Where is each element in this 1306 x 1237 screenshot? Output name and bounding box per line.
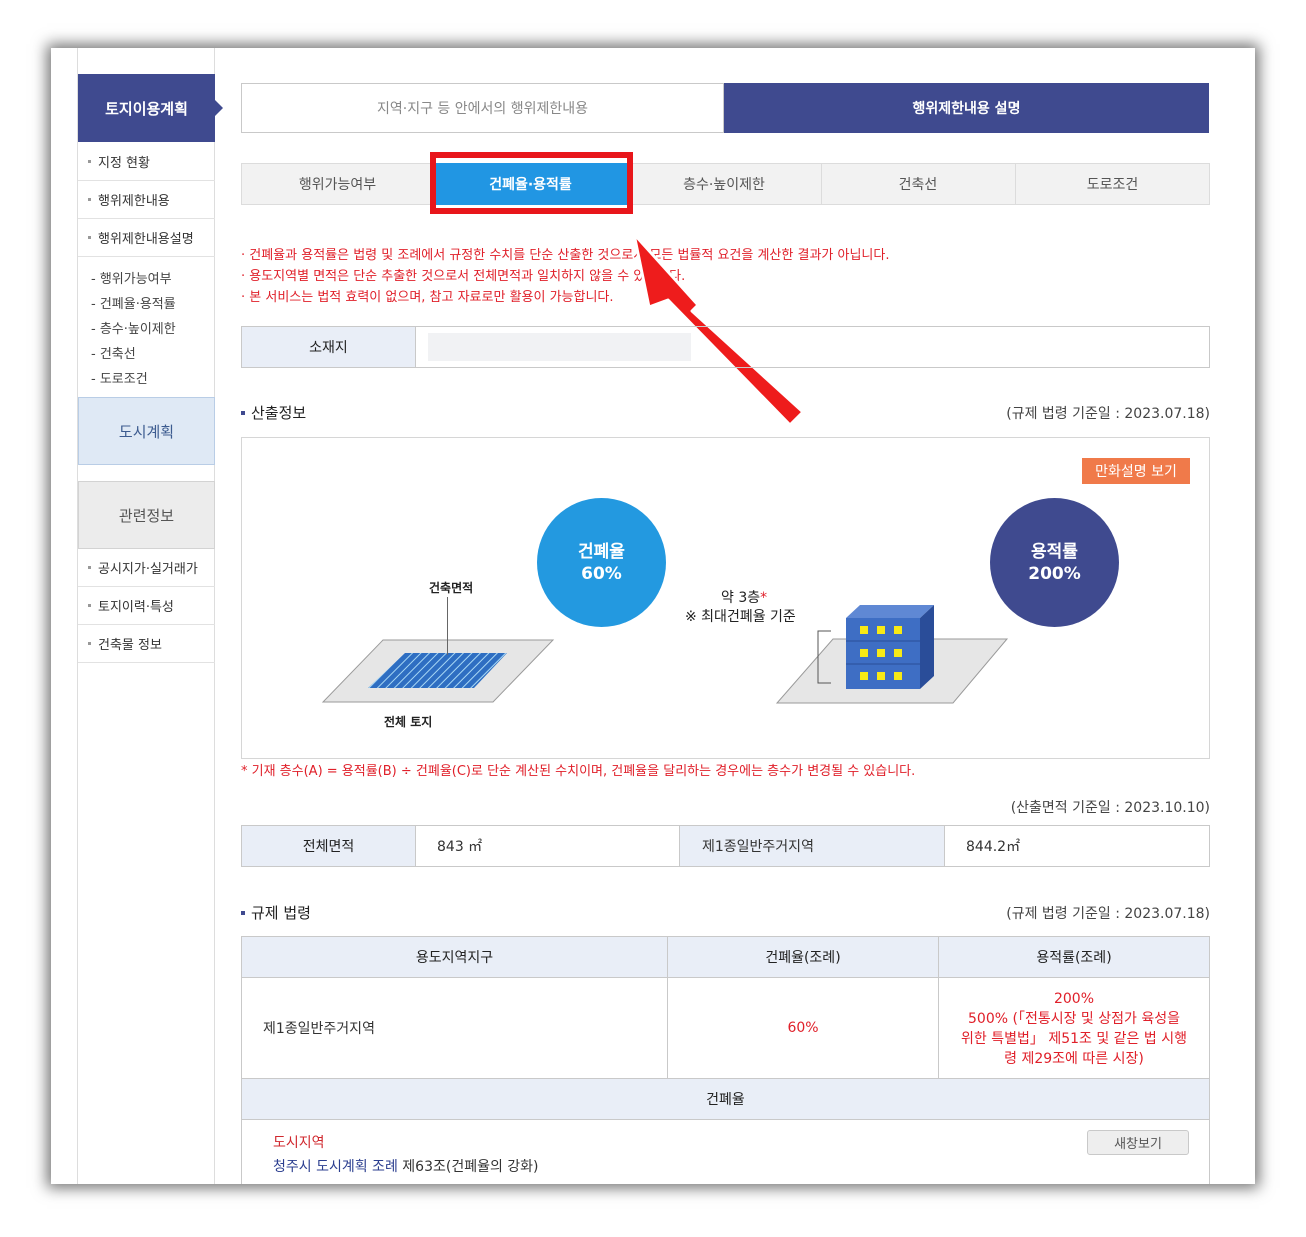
arrow-annotation-icon xyxy=(632,232,805,423)
sidebar-head[interactable]: 토지이용계획 xyxy=(78,74,215,142)
bullet-square-icon xyxy=(241,410,245,415)
floor-area-ratio-label: 용적률 xyxy=(1031,541,1078,562)
sidebar-related-info[interactable]: 관련정보 xyxy=(78,481,215,549)
location-label: 소재지 xyxy=(241,326,416,368)
city-area-label: 도시지역 xyxy=(273,1135,325,1151)
note-line-3: · 본 서비스는 법적 효력이 없으며, 참고 자료로만 활용이 가능합니다. xyxy=(241,290,614,305)
coverage-ratio-value: 60% xyxy=(581,563,622,584)
zone-area-label: 제1종일반주거지역 xyxy=(679,825,945,867)
area-reference-date: (산출면적 기준일 : 2023.10.10) xyxy=(1010,800,1210,816)
location-value xyxy=(415,326,1210,368)
sidebar-item-restriction-explanation[interactable]: 행위제한내용설명 xyxy=(78,219,215,257)
sidebar-sub-permitted[interactable]: - 행위가능여부 xyxy=(91,268,172,287)
total-area-value: 843 ㎡ xyxy=(415,825,680,867)
subtab-building-line[interactable]: 건축선 xyxy=(821,163,1015,205)
law-reference-date: (규제 법령 기준일 : 2023.07.18) xyxy=(1006,906,1210,922)
sidebar-active-arrow-icon xyxy=(215,100,223,116)
calc-title-text: 산출정보 xyxy=(251,404,307,422)
sidebar-sub-building-line[interactable]: - 건축선 xyxy=(91,343,136,362)
subtab-height-limit[interactable]: 층수·높이제한 xyxy=(627,163,821,205)
bullet-square-icon xyxy=(241,910,245,915)
highlight-box xyxy=(430,152,633,214)
coverage-ratio-label: 건폐율 xyxy=(578,541,625,562)
total-area-label: 전체면적 xyxy=(241,825,416,867)
cartoon-explanation-button[interactable]: 만화설명 보기 xyxy=(1082,458,1190,484)
sidebar-sub-height-limit[interactable]: - 층수·높이제한 xyxy=(91,318,176,337)
law-header-far: 용적률(조례) xyxy=(938,936,1210,978)
bullet-icon xyxy=(88,604,91,607)
calc-reference-date: (규제 법령 기준일 : 2023.07.18) xyxy=(1006,406,1210,422)
sidebar-item-designation[interactable]: 지정 현황 xyxy=(78,143,215,181)
floor-area-ratio-circle: 용적률 200% xyxy=(990,498,1119,627)
law-header-coverage: 건폐율(조례) xyxy=(667,936,939,978)
bullet-icon xyxy=(88,236,91,239)
calc-section-title: 산출정보 xyxy=(241,402,306,423)
coverage-ratio-circle: 건폐율 60% xyxy=(537,498,666,627)
sidebar-item-land-history[interactable]: 토지이력·특성 xyxy=(78,587,215,625)
sidebar-sub-road-conditions[interactable]: - 도로조건 xyxy=(91,368,148,387)
sidebar-item-label: 토지이력·특성 xyxy=(98,600,174,615)
subtab-road-conditions[interactable]: 도로조건 xyxy=(1015,163,1210,205)
far-line: 령 제29조에 따른 시장) xyxy=(1004,1051,1144,1067)
bullet-icon xyxy=(88,642,91,645)
sidebar-city-plan[interactable]: 도시계획 xyxy=(78,397,215,465)
sidebar-item-building-info[interactable]: 건축물 정보 xyxy=(78,625,215,663)
calc-footnote: * 기재 층수(A) = 용적률(B) ÷ 건폐율(C)로 단순 계산된 수치이… xyxy=(241,764,916,779)
bullet-icon xyxy=(88,566,91,569)
new-window-button[interactable]: 새창보기 xyxy=(1087,1130,1189,1155)
far-line: 500% (「전통시장 및 상점가 육성을 xyxy=(968,1011,1180,1027)
law-row-zone: 제1종일반주거지역 xyxy=(241,977,668,1079)
sidebar-item-label: 행위제한내용 xyxy=(98,194,170,209)
land-plot-icon xyxy=(321,639,555,703)
ordinance-line: 청주시 도시계획 조례 제63조(건폐율의 강화) xyxy=(273,1156,539,1176)
law-row-far: 200% 500% (「전통시장 및 상점가 육성을 위한 특별법」 제51조 … xyxy=(938,977,1210,1079)
far-line: 위한 특별법」 제51조 및 같은 법 시행 xyxy=(961,1031,1187,1047)
building-area-label: 건축면적 xyxy=(429,581,474,595)
law-row-coverage: 60% xyxy=(667,977,939,1079)
tab-zone-restrictions[interactable]: 지역·지구 등 안에서의 행위제한내용 xyxy=(241,83,724,133)
floor-estimate: 약 3층* xyxy=(721,587,767,607)
subtab-permitted[interactable]: 행위가능여부 xyxy=(241,163,434,205)
tab-restriction-explanation[interactable]: 행위제한내용 설명 xyxy=(724,83,1209,133)
ordinance-article: 제63조(건폐율의 강화) xyxy=(397,1159,539,1175)
sidebar-item-label: 공시지가·실거래가 xyxy=(98,562,198,577)
floor-estimate-star: * xyxy=(760,590,768,606)
bullet-icon xyxy=(88,198,91,201)
sidebar-item-label: 건축물 정보 xyxy=(98,638,162,653)
location-redacted xyxy=(428,333,691,361)
far-line: 200% xyxy=(1053,991,1095,1007)
law-section-title: 규제 법령 xyxy=(241,902,311,923)
floor-area-ratio-value: 200% xyxy=(1028,563,1081,584)
sidebar-item-label: 행위제한내용설명 xyxy=(98,232,194,247)
zone-area-value: 844.2㎡ xyxy=(944,825,1210,867)
law-header-zone: 용도지역지구 xyxy=(241,936,668,978)
sidebar-item-label: 지정 현황 xyxy=(98,156,150,171)
bullet-icon xyxy=(88,160,91,163)
sidebar-sub-coverage-ratio[interactable]: - 건폐율·용적률 xyxy=(91,293,176,312)
page-frame: 토지이용계획 지정 현황 행위제한내용 행위제한내용설명 - 행위가능여부 - … xyxy=(51,48,1255,1184)
sidebar-item-land-price[interactable]: 공시지가·실거래가 xyxy=(78,549,215,587)
sidebar-item-restrictions[interactable]: 행위제한내용 xyxy=(78,181,215,219)
ordinance-link[interactable]: 청주시 도시계획 조례 xyxy=(273,1159,398,1175)
coverage-section-header: 건폐율 xyxy=(241,1078,1210,1120)
law-title-text: 규제 법령 xyxy=(251,904,311,922)
floor-estimate-text: 약 3층 xyxy=(721,590,761,606)
building-area-pointer xyxy=(447,597,448,655)
total-land-label: 전체 토지 xyxy=(384,715,433,729)
building-icon xyxy=(775,605,1009,704)
